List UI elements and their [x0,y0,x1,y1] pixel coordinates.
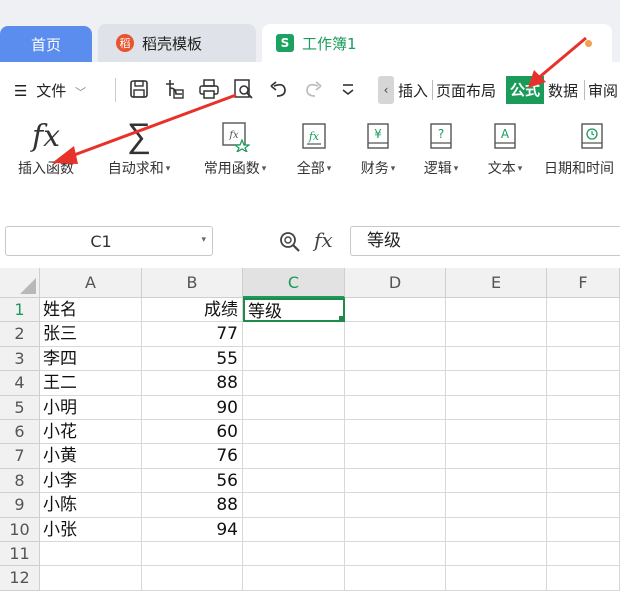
annotation-arrow-to-formula-tab [535,36,587,82]
annotation-arrows [52,36,587,164]
annotation-arrow-to-insert-function [65,93,237,160]
annotation-arrowhead [52,146,78,164]
